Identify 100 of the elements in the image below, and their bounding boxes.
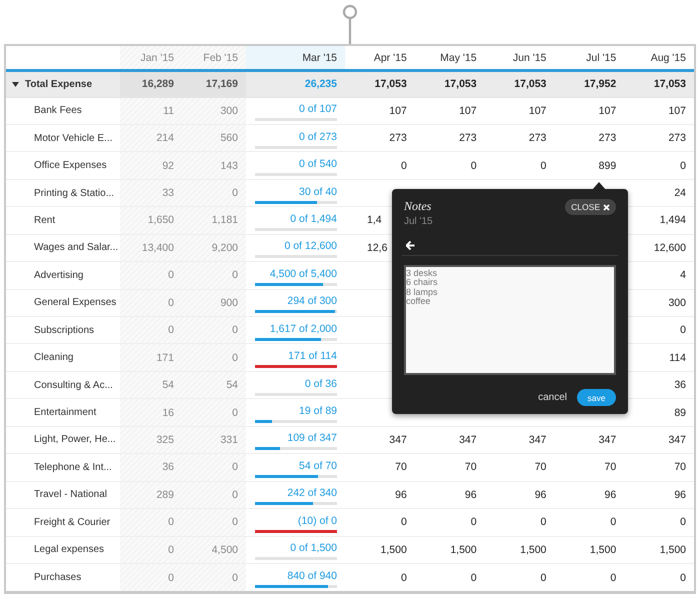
row-label: General Expenses — [34, 297, 116, 308]
table-cell-text: 1,500 — [519, 542, 548, 558]
close-button[interactable]: CLOSE — [565, 199, 616, 215]
table-cell-text: 4 — [679, 268, 687, 284]
budget-link[interactable]: 0 of 1,494 — [290, 212, 337, 225]
column-header: Feb '15 — [182, 46, 246, 69]
table-cell-text: 273 — [388, 131, 408, 146]
row-label: Office Expenses — [34, 160, 107, 172]
table-cell-text: 107 — [458, 104, 478, 119]
table-cell-text: 0 — [679, 515, 687, 530]
table-cell-text: 17,952 — [583, 77, 618, 92]
table-cell: 0 — [120, 317, 182, 344]
table-cell: 0 — [120, 536, 182, 563]
back-arrow-icon[interactable] — [406, 241, 415, 250]
table-cell-text: 0 — [609, 515, 618, 530]
table-cell-text: 96 — [604, 488, 618, 503]
row-label: Advertising — [34, 270, 84, 281]
table-cell-text: 0 — [679, 570, 687, 586]
budget-link[interactable]: 109 of 347 — [287, 432, 337, 444]
budget-link[interactable]: 19 of 89 — [299, 405, 337, 418]
table-cell-text: 0 — [609, 570, 618, 586]
table-cell-text: 17,053 — [652, 77, 687, 92]
row-label: Purchases — [34, 572, 82, 584]
budget-link[interactable]: 294 of 300 — [287, 295, 337, 308]
table-cell: 1,650 — [120, 207, 182, 234]
table-cell-text: 17,053 — [374, 77, 408, 92]
row-label: Bank Fees — [34, 105, 82, 116]
table-cell: 143 — [182, 152, 246, 179]
column-header: Apr '15 — [372, 50, 408, 66]
caret-icon[interactable] — [12, 82, 19, 87]
table-cell-text: 107 — [388, 104, 408, 119]
table-cell: 1,4 — [367, 214, 382, 226]
table-cell: 0 — [182, 180, 246, 206]
cancel-button[interactable]: cancel — [538, 392, 567, 403]
table-cell-text: 347 — [528, 432, 548, 448]
table-cell: 4,500 — [182, 536, 246, 563]
budget-link[interactable]: 0 of 107 — [299, 103, 337, 116]
popover-title: Notes — [404, 199, 432, 214]
table-cell: 16 — [120, 399, 182, 426]
table-cell-text: 89 — [673, 406, 687, 421]
row-label: Printing & Statio... — [34, 188, 114, 199]
column-header: Jul '15 — [585, 50, 618, 66]
table-cell: 36 — [120, 454, 182, 481]
table-cell-text: 107 — [667, 104, 687, 119]
notes-field[interactable]: 3 desks 6 chairs 8 lamps coffee — [404, 265, 616, 375]
table-cell-text: 273 — [528, 131, 548, 146]
column-header: May '15 — [439, 50, 478, 66]
table-cell: 1,181 — [182, 207, 246, 234]
table-cell: 214 — [120, 124, 182, 152]
budget-link[interactable]: 0 of 540 — [299, 158, 337, 170]
table-cell-text: 114 — [668, 350, 687, 366]
budget-link[interactable]: 4,500 of 5,400 — [270, 268, 337, 280]
budget-link[interactable]: 0 of 273 — [299, 130, 337, 143]
budget-link[interactable]: 1,617 of 2,000 — [270, 322, 337, 335]
table-cell-text: 24 — [673, 186, 687, 202]
popover-subtitle: Jul '15 — [404, 216, 433, 227]
table-cell-text: 347 — [667, 432, 687, 448]
table-cell-text: 96 — [464, 488, 478, 503]
budget-link[interactable]: 0 of 1,500 — [290, 542, 337, 554]
budget-link[interactable]: 0 of 36 — [304, 378, 337, 390]
budget-link[interactable]: 30 of 40 — [299, 186, 337, 198]
table-cell-text: 0 — [470, 570, 478, 586]
table-cell: 0 — [182, 399, 246, 426]
table-cell: 0 — [182, 344, 246, 371]
row-label: Subscriptions — [34, 324, 94, 336]
table-cell: 12,6 — [367, 242, 388, 254]
table-cell-text: 347 — [388, 432, 408, 448]
budget-link[interactable]: (10) of 0 — [298, 514, 337, 527]
budget-link[interactable]: 840 of 940 — [287, 570, 337, 582]
table-cell: 16,289 — [120, 72, 182, 96]
table-cell-text: 899 — [598, 158, 618, 174]
table-cell: 331 — [182, 426, 246, 454]
table-cell-text: 107 — [598, 104, 618, 119]
table-cell-text: 0 — [540, 515, 548, 530]
table-cell-text: 1,500 — [380, 542, 408, 558]
table-cell-text: 96 — [673, 488, 687, 503]
row-label: Legal expenses — [34, 544, 104, 556]
budget-link[interactable]: 171 of 114 — [288, 350, 337, 362]
table-cell-text: 1,494 — [658, 213, 687, 228]
table-cell-text: 0 — [679, 158, 687, 174]
table-cell-text: 1,500 — [449, 542, 478, 558]
table-cell: 0 — [182, 317, 246, 344]
table-cell: 900 — [182, 290, 246, 316]
table-cell-text: 70 — [604, 460, 618, 476]
budget-link[interactable]: 54 of 70 — [299, 460, 337, 472]
row-label: Entertainment — [34, 407, 96, 418]
table-cell-text: 70 — [534, 460, 548, 476]
table-cell: 289 — [120, 482, 182, 508]
row-label: Total Expense — [25, 78, 92, 90]
table-cell-text: 0 — [540, 570, 548, 586]
table-cell-text: 0 — [400, 515, 408, 530]
budget-link[interactable]: 242 of 340 — [287, 487, 337, 500]
table-cell: 92 — [120, 152, 182, 179]
budget-link[interactable]: 0 of 12,600 — [284, 240, 337, 252]
table-cell-text: 1,500 — [658, 542, 687, 558]
row-label: Freight & Courier — [34, 516, 110, 528]
save-button[interactable]: save — [577, 389, 616, 406]
table-cell: 54 — [120, 372, 182, 398]
table-cell-text: 0 — [400, 158, 408, 174]
row-label: Telephone & Int... — [34, 462, 112, 473]
